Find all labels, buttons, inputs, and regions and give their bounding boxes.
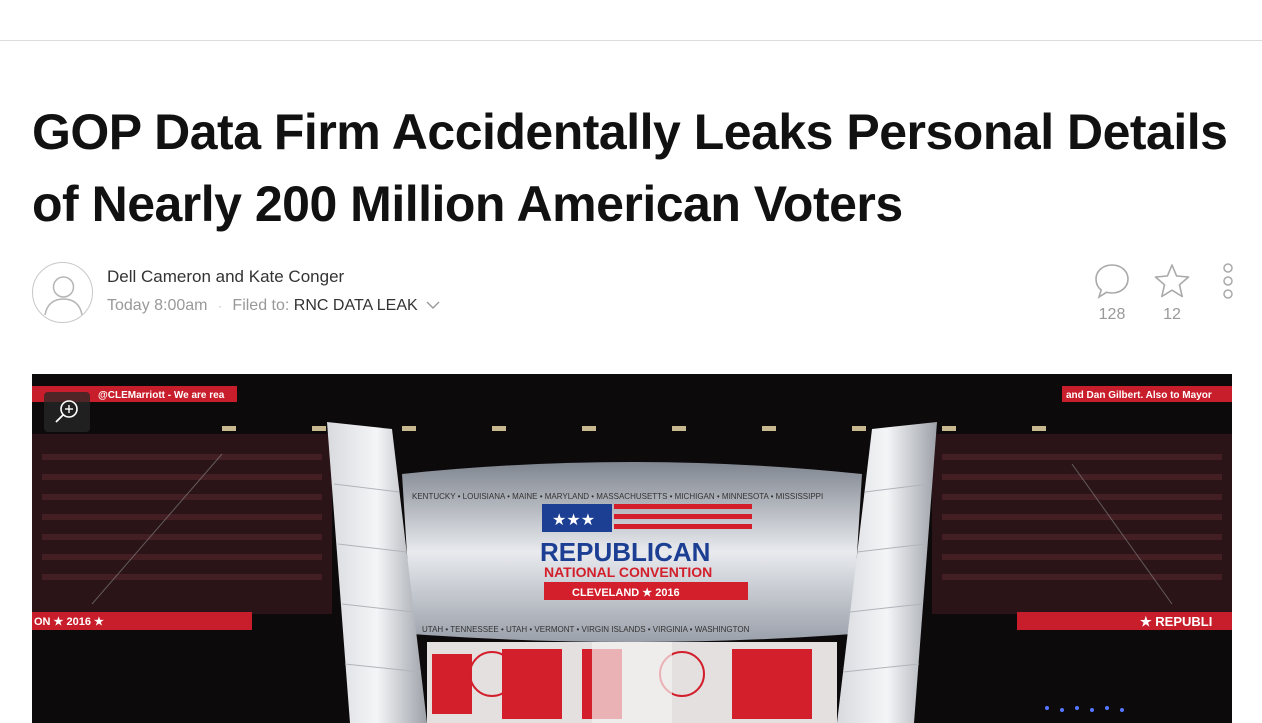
article-headline: GOP Data Firm Accidentally Leaks Persona… xyxy=(32,104,1228,232)
star-icon xyxy=(1154,264,1190,298)
meta-separator: · xyxy=(217,299,222,314)
article-meta: Today 8:00am · Filed to: RNC DATA LEAK xyxy=(107,297,440,315)
publish-time[interactable]: Today 8:00am xyxy=(107,297,208,314)
filed-to-tag[interactable]: RNC DATA LEAK xyxy=(294,297,418,314)
left-banner-text: ON ★ 2016 ★ xyxy=(34,616,104,628)
more-options-button[interactable] xyxy=(1220,262,1236,307)
comments-count: 128 xyxy=(1098,306,1126,323)
top-navigation-bar xyxy=(0,0,1262,41)
article-actions: 128 12 xyxy=(1090,262,1240,324)
star-button[interactable]: 12 xyxy=(1150,262,1194,324)
stage-states-top: KENTUCKY • LOUISIANA • MAINE • MARYLAND … xyxy=(412,492,823,501)
more-vertical-icon xyxy=(1223,263,1233,299)
zoom-button[interactable] xyxy=(44,392,90,432)
author-names[interactable]: Dell Cameron and Kate Conger xyxy=(107,267,344,287)
stars-count: 12 xyxy=(1163,306,1181,323)
logo-national-convention: NATIONAL CONVENTION xyxy=(544,564,712,580)
comment-bubble-icon xyxy=(1095,264,1129,299)
logo-stars: ★★★ xyxy=(552,510,595,529)
filed-to-label: Filed to: xyxy=(232,297,290,315)
stage-states-bottom: UTAH • TENNESSEE • UTAH • VERMONT • VIRG… xyxy=(422,625,750,634)
logo-republican: REPUBLICAN xyxy=(540,537,710,567)
user-icon xyxy=(44,276,83,316)
zoom-in-icon xyxy=(55,400,78,423)
right-ticker-text: and Dan Gilbert. Also to Mayor xyxy=(1066,390,1212,401)
chevron-down-icon[interactable] xyxy=(426,297,440,315)
logo-cleveland-2016: CLEVELAND ★ 2016 xyxy=(572,587,680,599)
right-banner-text: ★ REPUBLI xyxy=(1140,614,1212,629)
article-byline: Dell Cameron and Kate Conger Today 8:00a… xyxy=(32,262,732,324)
author-avatar[interactable] xyxy=(32,262,93,323)
comments-button[interactable]: 128 xyxy=(1090,262,1134,324)
hero-image[interactable]: @CLEMarriott - We are rea and Dan Gilber… xyxy=(32,374,1232,723)
left-ticker-text: @CLEMarriott - We are rea xyxy=(98,390,225,401)
convention-stage-photo: @CLEMarriott - We are rea and Dan Gilber… xyxy=(32,374,1232,723)
